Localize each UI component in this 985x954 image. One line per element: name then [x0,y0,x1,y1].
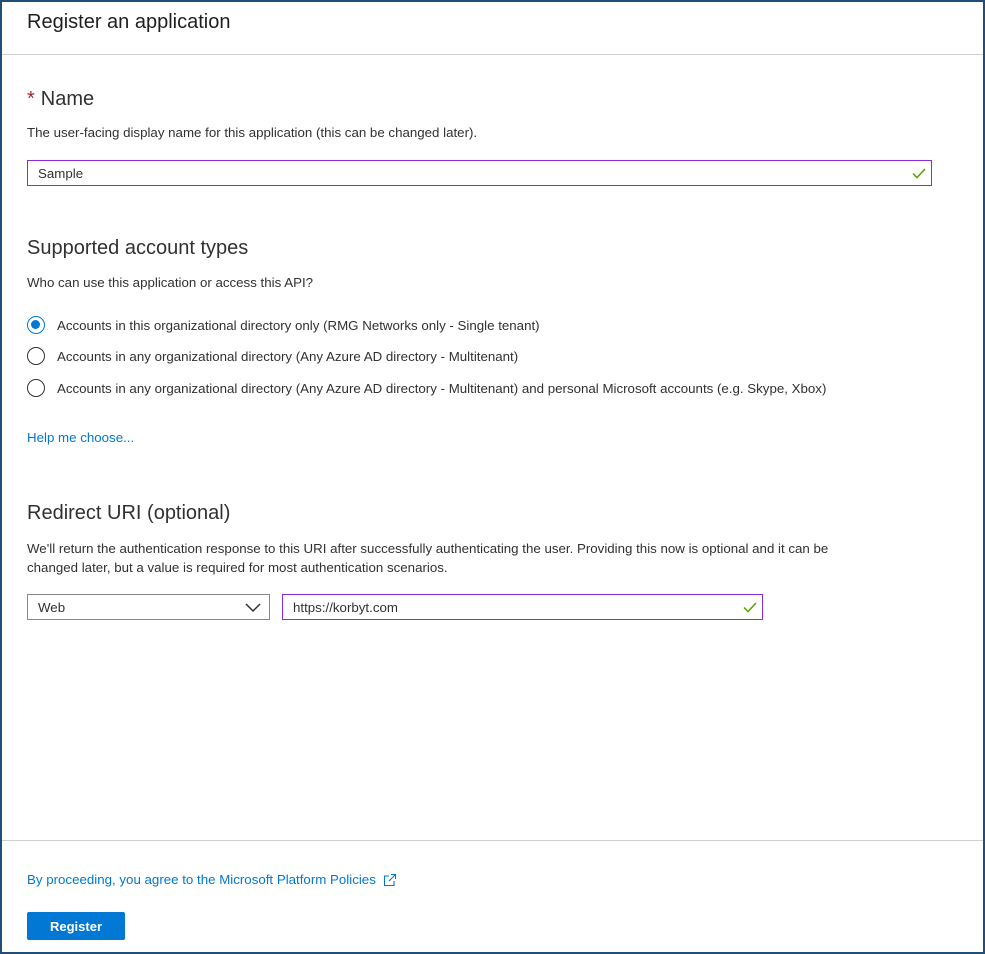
footer-divider [2,840,983,841]
platform-select[interactable]: Web [27,594,270,620]
register-app-panel: Register an application * Name The user-f… [0,0,985,954]
name-input-value[interactable]: Sample [38,166,83,181]
redirect-uri-description-line2: changed later, but a value is required f… [27,560,448,575]
name-description: The user-facing display name for this ap… [27,125,478,140]
check-icon [912,168,926,179]
external-link-icon[interactable] [383,873,397,887]
redirect-uri-title: Redirect URI (optional) [27,502,231,524]
redirect-uri-input[interactable]: https://korbyt.com [282,594,763,620]
redirect-uri-description-line1: We'll return the authentication response… [27,541,829,556]
account-option-label: Accounts in any organizational directory… [57,380,827,396]
platform-policies-text[interactable]: By proceeding, you agree to the Microsof… [27,872,376,887]
platform-policies-link[interactable]: By proceeding, you agree to the Microsof… [27,872,397,887]
register-button[interactable]: Register [27,912,125,940]
account-option-multitenant-personal[interactable]: Accounts in any organizational directory… [27,376,826,400]
account-option-single-tenant[interactable]: Accounts in this organizational director… [27,313,540,337]
required-marker: * [27,88,35,110]
name-input[interactable]: Sample [27,160,932,186]
radio-selected[interactable] [27,316,45,334]
page-title: Register an application [27,11,231,33]
account-option-label: Accounts in this organizational director… [57,317,540,333]
redirect-uri-value[interactable]: https://korbyt.com [293,600,398,615]
chevron-down-icon[interactable] [245,601,261,613]
account-types-description: Who can use this application or access t… [27,275,314,290]
platform-select-value[interactable]: Web [38,600,65,615]
account-option-multitenant[interactable]: Accounts in any organizational directory… [27,344,518,368]
check-icon [743,602,757,613]
help-me-choose-link[interactable]: Help me choose... [27,430,134,445]
panel-header: Register an application [2,2,983,55]
radio-unselected[interactable] [27,347,45,365]
account-option-label: Accounts in any organizational directory… [57,348,519,364]
account-types-title: Supported account types [27,237,249,259]
name-title-label: Name [40,88,95,110]
radio-unselected[interactable] [27,379,45,397]
name-section-title: * Name [27,88,94,111]
